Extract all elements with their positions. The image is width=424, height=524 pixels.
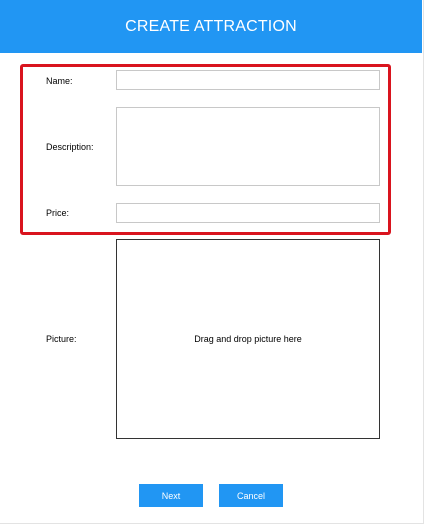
picture-label: Picture: (46, 334, 77, 344)
price-input[interactable] (116, 203, 380, 223)
next-button[interactable]: Next (139, 484, 203, 507)
page-title: CREATE ATTRACTION (125, 17, 297, 35)
name-label: Name: (46, 76, 73, 86)
description-label: Description: (46, 142, 94, 152)
create-attraction-window: CREATE ATTRACTION Name: Description: Pri… (0, 0, 424, 524)
cancel-button[interactable]: Cancel (219, 484, 283, 507)
header-bar: CREATE ATTRACTION (0, 0, 422, 53)
description-input[interactable] (116, 107, 380, 186)
name-input[interactable] (116, 70, 380, 90)
picture-drop-zone[interactable]: Drag and drop picture here (116, 239, 380, 439)
price-label: Price: (46, 208, 70, 218)
drop-zone-text: Drag and drop picture here (194, 334, 302, 344)
